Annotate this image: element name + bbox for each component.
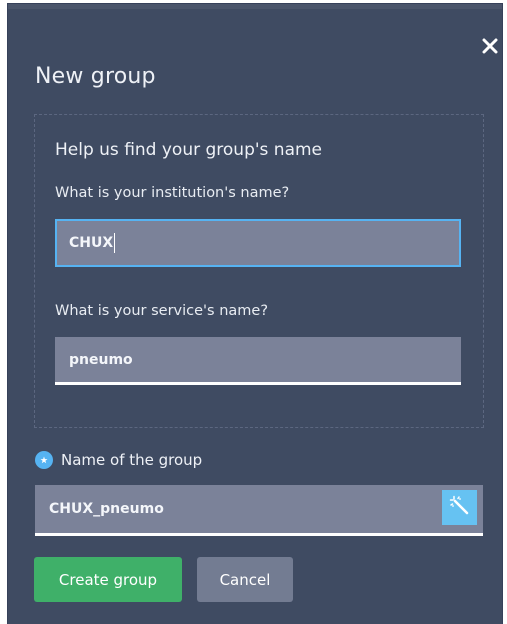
group-name-input[interactable]: CHUX_pneumo [35,485,483,536]
institution-name-input[interactable]: CHUX [55,219,461,267]
close-icon[interactable] [482,38,498,54]
cancel-button[interactable]: Cancel [197,557,293,602]
helper-heading: Help us find your group's name [55,140,323,160]
generate-name-button[interactable] [442,490,477,525]
dialog-title: New group [35,64,156,89]
new-group-dialog: New group Help us find your group's name… [8,4,502,624]
group-name-label: Name of the group [61,451,203,469]
group-name-helper: Help us find your group's name What is y… [34,114,484,428]
group-name-label-row: Name of the group [35,451,202,469]
create-group-button[interactable]: Create group [34,557,182,602]
institution-name-value: CHUX [69,235,114,251]
info-icon [35,451,53,469]
service-label: What is your service's name? [55,303,269,319]
dialog-top-strip [8,4,502,9]
institution-label: What is your institution's name? [55,185,290,201]
service-name-value: pneumo [69,351,133,368]
magic-wand-icon [449,495,471,521]
group-name-value: CHUX_pneumo [49,501,164,517]
service-name-input[interactable]: pneumo [55,337,461,385]
text-caret [114,233,116,253]
